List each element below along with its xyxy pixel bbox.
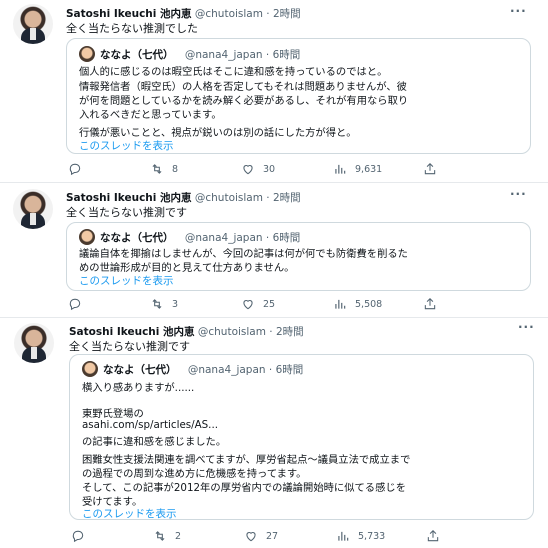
views-button[interactable]: 5,508 — [333, 297, 382, 311]
author-name[interactable]: Satoshi Ikeuchi 池内恵 — [69, 326, 195, 338]
share-icon — [424, 298, 436, 310]
quote-text-line: 情報発信者（暇空氏）の人格を否定してもそれは問題ありませんが、彼 — [79, 81, 407, 93]
more-dots-icon[interactable]: ··· — [510, 187, 527, 201]
retweet-count: 2 — [175, 530, 182, 542]
quote-text-line: の記事に違和感を感じました。 — [82, 436, 227, 448]
reply-icon — [72, 530, 84, 543]
tweet-header: Satoshi Ikeuchi 池内恵 @chutoislam · 2時間 — [69, 324, 304, 339]
quote-text-line: 行儀が悪いことと、視点が鋭いのは別の話にした方が得と。 — [79, 127, 357, 139]
like-count: 30 — [263, 163, 276, 175]
quote-text-line: 議論自体を揶揄はしませんが、今回の記事は何が何でも防衛費を削るた — [79, 248, 408, 260]
show-thread-link[interactable]: このスレッドを表示 — [79, 273, 174, 288]
tweet[interactable]: Satoshi Ikeuchi 池内恵 @chutoislam · 2時間 ··… — [0, 0, 548, 182]
action-bar: 8 30 9,631 — [66, 162, 536, 178]
heart-icon — [243, 300, 253, 310]
quote-text-line: めの世論形成が目的と見えて仕方ありません。 — [79, 262, 295, 274]
handle-time[interactable]: @chutoislam · 2時間 — [198, 326, 304, 338]
share-icon — [424, 163, 436, 175]
heart-icon — [246, 532, 256, 542]
show-thread-link[interactable]: このスレッドを表示 — [79, 138, 174, 153]
views-button[interactable]: 9,631 — [333, 162, 382, 176]
quote-author-name[interactable]: ななよ（七代） — [100, 49, 174, 61]
share-button[interactable] — [423, 297, 437, 311]
quote-author-name[interactable]: ななよ（七代） — [100, 232, 174, 244]
like-count: 25 — [263, 298, 276, 310]
quoted-tweet[interactable]: ななよ（七代） @nana4_japan · 6時間 横入り感ありますが....… — [69, 354, 534, 520]
quote-text-line: 横入り感ありますが...... — [82, 382, 195, 394]
tweet-text: 全く当たらない推測です — [69, 340, 190, 353]
retweet-button[interactable]: 3 — [150, 297, 178, 311]
like-button[interactable]: 27 — [244, 529, 278, 543]
share-icon — [427, 530, 439, 542]
tweet[interactable]: Satoshi Ikeuchi 池内恵 @chutoislam · 2時間 ··… — [0, 318, 548, 548]
quote-header: ななよ（七代） @nana4_japan · 6時間 — [100, 47, 300, 62]
more-dots-icon[interactable]: ··· — [510, 4, 527, 18]
avatar[interactable] — [13, 189, 53, 229]
quote-avatar[interactable] — [79, 229, 95, 245]
views-icon — [338, 531, 349, 541]
quote-header: ななよ（七代） @nana4_japan · 6時間 — [103, 362, 303, 377]
quote-handle-time[interactable]: @nana4_japan · 6時間 — [188, 364, 303, 376]
view-count: 9,631 — [355, 163, 383, 175]
retweet-icon — [152, 299, 162, 309]
quoted-tweet[interactable]: ななよ（七代） @nana4_japan · 6時間 個人的に感じるのは暇空氏は… — [66, 38, 531, 154]
quote-text-line: そして、この記事が2012年の厚労省内での議論開始時に似てる感じを — [82, 482, 406, 494]
show-thread-link[interactable]: このスレッドを表示 — [82, 506, 177, 521]
quote-avatar[interactable] — [79, 46, 95, 62]
view-count: 5,733 — [358, 530, 386, 542]
views-icon — [335, 164, 346, 174]
quote-handle-time[interactable]: @nana4_japan · 6時間 — [185, 232, 300, 244]
like-button[interactable]: 25 — [241, 297, 275, 311]
more-dots-icon[interactable]: ··· — [518, 320, 535, 334]
avatar[interactable] — [13, 4, 53, 44]
quote-author-name[interactable]: ななよ（七代） — [103, 364, 177, 376]
retweet-icon — [155, 531, 165, 541]
quote-text-line: asahi.com/sp/articles/AS... — [82, 419, 219, 431]
handle-time[interactable]: @chutoislam · 2時間 — [195, 8, 301, 20]
reply-icon — [69, 163, 81, 176]
retweet-button[interactable]: 8 — [150, 162, 178, 176]
quote-text-line: 東野氏登場の — [82, 408, 144, 420]
author-name[interactable]: Satoshi Ikeuchi 池内恵 — [66, 192, 192, 204]
author-name[interactable]: Satoshi Ikeuchi 池内恵 — [66, 8, 192, 20]
views-icon — [335, 299, 346, 309]
tweet-text: 全く当たらない推測でした — [66, 22, 198, 35]
reply-button[interactable] — [71, 529, 85, 543]
quote-avatar[interactable] — [82, 361, 98, 377]
tweet-header: Satoshi Ikeuchi 池内恵 @chutoislam · 2時間 — [66, 6, 301, 21]
reply-button[interactable] — [68, 162, 82, 176]
heart-icon — [243, 165, 253, 175]
quote-handle-time[interactable]: @nana4_japan · 6時間 — [185, 49, 300, 61]
like-button[interactable]: 30 — [241, 162, 275, 176]
quoted-tweet[interactable]: ななよ（七代） @nana4_japan · 6時間 議論自体を揶揄はしませんが… — [66, 222, 531, 291]
avatar[interactable] — [14, 323, 54, 363]
handle-time[interactable]: @chutoislam · 2時間 — [195, 192, 301, 204]
share-button[interactable] — [426, 529, 440, 543]
action-bar: 2 27 5,733 — [69, 529, 539, 545]
reply-icon — [69, 298, 81, 311]
quote-text-line: 困難女性支援法関連を調べてますが、厚労省起点～議員立法で成立まで — [82, 454, 411, 466]
quote-text-line: が何を問題としているかを読み解く必要があるし、それが有用なら取り — [79, 95, 409, 107]
tweet[interactable]: Satoshi Ikeuchi 池内恵 @chutoislam · 2時間 ··… — [0, 183, 548, 317]
quote-text-line: の過程での周到な進め方に危機感を持ってます。 — [82, 468, 307, 480]
view-count: 5,508 — [355, 298, 383, 310]
retweet-icon — [152, 164, 162, 174]
tweet-text: 全く当たらない推測です — [66, 206, 187, 219]
quote-header: ななよ（七代） @nana4_japan · 6時間 — [100, 230, 300, 245]
quote-text-line: 個人的に感じるのは暇空氏はそこに違和感を持っているのではと。 — [79, 66, 388, 78]
quote-text-line: 入れるべきだと思っています。 — [79, 109, 222, 121]
action-bar: 3 25 5,508 — [66, 297, 536, 313]
tweet-header: Satoshi Ikeuchi 池内恵 @chutoislam · 2時間 — [66, 190, 301, 205]
retweet-count: 8 — [172, 163, 179, 175]
views-button[interactable]: 5,733 — [336, 529, 385, 543]
reply-button[interactable] — [68, 297, 82, 311]
share-button[interactable] — [423, 162, 437, 176]
retweet-button[interactable]: 2 — [153, 529, 181, 543]
retweet-count: 3 — [172, 298, 179, 310]
like-count: 27 — [266, 530, 279, 542]
